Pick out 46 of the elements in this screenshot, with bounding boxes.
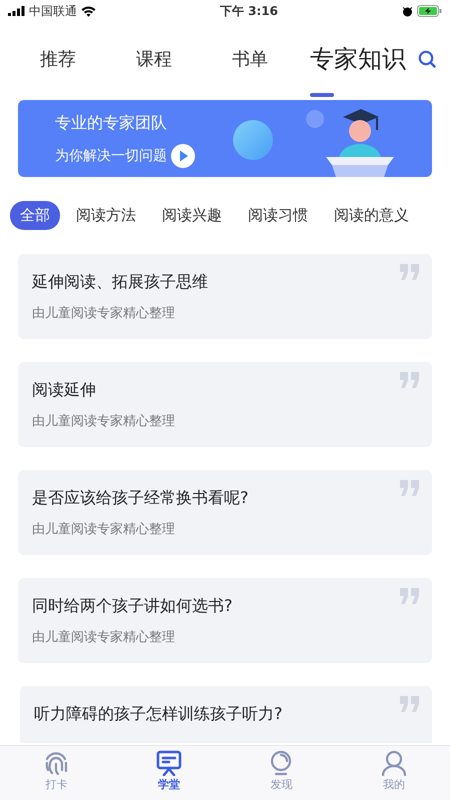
tab-indicator — [310, 93, 334, 97]
category-tab[interactable]: 全部 — [10, 201, 60, 230]
article-card[interactable]: 延伸阅读、拓展孩子思维 由儿童阅读专家精心整理 — [18, 254, 432, 338]
banner-subtitle: 为你解决一切问题 — [55, 146, 167, 166]
fingerprint-icon — [43, 750, 70, 776]
battery-icon — [417, 5, 442, 17]
article-subtitle: 由儿童阅读专家精心整理 — [32, 412, 176, 430]
quote-icon — [400, 480, 420, 496]
article-title: 延伸阅读、拓展孩子思维 — [32, 270, 208, 292]
quote-icon — [400, 588, 420, 604]
banner[interactable]: 专业的专家团队 为你解决一切问题 — [18, 100, 432, 177]
nav-tab[interactable]: 专家知识 — [310, 41, 406, 77]
quote-icon — [400, 696, 420, 712]
category-tab[interactable]: 阅读兴趣 — [152, 201, 232, 230]
article-card[interactable]: 同时给两个孩子讲如何选书? 由儿童阅读专家精心整理 — [18, 578, 432, 662]
quote-icon — [400, 264, 420, 280]
bubble-icon — [306, 110, 324, 128]
nav-tab[interactable]: 课程 — [136, 46, 172, 72]
alarm-icon — [402, 6, 413, 16]
bottom-tab[interactable]: 学堂 — [128, 746, 209, 794]
bubble-icon — [233, 120, 273, 160]
article-subtitle: 由儿童阅读专家精心整理 — [32, 628, 176, 646]
person-icon — [380, 750, 407, 776]
category-tab[interactable]: 阅读习惯 — [238, 201, 318, 230]
nav-tab[interactable]: 推荐 — [40, 46, 76, 72]
banner-title: 专业的专家团队 — [55, 112, 167, 134]
article-subtitle: 由儿童阅读专家精心整理 — [32, 304, 176, 322]
article-title: 是否应该给孩子经常换书看呢? — [32, 486, 248, 508]
category-tab[interactable]: 阅读的意义 — [324, 201, 419, 230]
article-title: 同时给两个孩子讲如何选书? — [32, 594, 232, 616]
article-title: 阅读延伸 — [32, 378, 96, 400]
quote-icon — [400, 372, 420, 388]
article-title: 听力障碍的孩子怎样训练孩子听力? — [34, 702, 282, 724]
board-icon — [156, 750, 182, 776]
signal-icon — [8, 6, 25, 16]
status-time: 下午 3:16 — [220, 3, 278, 20]
nav-tab[interactable]: 书单 — [232, 46, 268, 72]
article-card[interactable]: 听力障碍的孩子怎样训练孩子听力? — [20, 686, 432, 742]
article-card[interactable]: 阅读延伸 由儿童阅读专家精心整理 — [18, 362, 432, 446]
wifi-icon — [81, 6, 96, 16]
carrier-name: 中国联通 — [29, 3, 77, 20]
play-icon[interactable] — [171, 144, 195, 168]
article-subtitle: 由儿童阅读专家精心整理 — [32, 520, 176, 538]
article-card[interactable]: 是否应该给孩子经常换书看呢? 由儿童阅读专家精心整理 — [18, 470, 432, 554]
category-tab[interactable]: 阅读方法 — [66, 201, 146, 230]
search-icon[interactable] — [418, 50, 436, 68]
